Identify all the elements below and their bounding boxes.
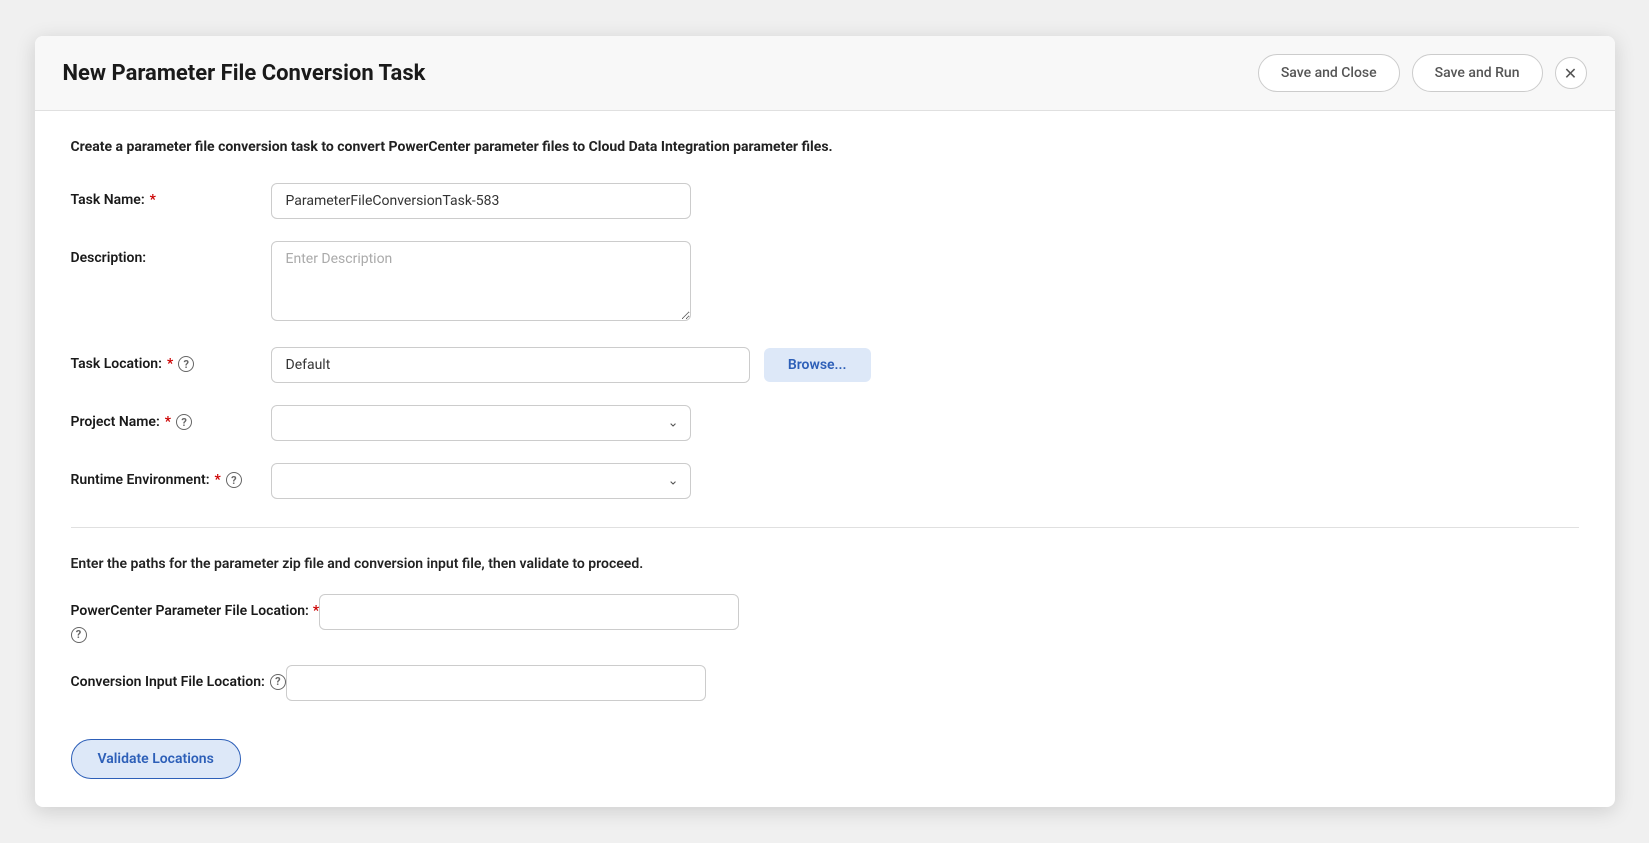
runtime-env-select-wrapper: ⌄ xyxy=(271,463,691,499)
pc-file-location-input[interactable] xyxy=(319,594,739,630)
page-title: New Parameter File Conversion Task xyxy=(63,61,426,86)
validate-locations-button[interactable]: Validate Locations xyxy=(71,739,241,779)
description-wrapper xyxy=(271,241,691,325)
project-name-label: Project Name: * ? xyxy=(71,405,271,430)
task-name-required: * xyxy=(150,192,156,208)
conversion-input-label: Conversion Input File Location: ? xyxy=(71,665,286,690)
project-name-select-wrapper: ⌄ xyxy=(271,405,691,441)
description-group: Description: xyxy=(71,241,1579,325)
conversion-input-field[interactable] xyxy=(286,665,706,701)
description-label: Description: xyxy=(71,241,271,266)
close-button[interactable]: ✕ xyxy=(1555,57,1587,89)
pc-file-location-label-block: PowerCenter Parameter File Location: * ? xyxy=(71,594,320,643)
modal-header: New Parameter File Conversion Task Save … xyxy=(35,36,1615,111)
conversion-input-group: Conversion Input File Location: ? xyxy=(71,665,1579,701)
task-location-input[interactable] xyxy=(271,347,750,383)
pc-file-help-icon[interactable]: ? xyxy=(71,627,87,643)
browse-button[interactable]: Browse... xyxy=(764,348,871,382)
save-and-run-button[interactable]: Save and Run xyxy=(1412,54,1543,92)
task-name-wrapper xyxy=(271,183,691,219)
runtime-env-label: Runtime Environment: * ? xyxy=(71,463,271,488)
task-location-required: * xyxy=(167,356,173,372)
save-and-close-button[interactable]: Save and Close xyxy=(1258,54,1400,92)
task-location-label: Task Location: * ? xyxy=(71,347,271,372)
modal-body: Create a parameter file conversion task … xyxy=(35,111,1615,807)
conversion-input-help-icon[interactable]: ? xyxy=(270,674,286,690)
task-location-help-icon[interactable]: ? xyxy=(178,356,194,372)
project-name-required: * xyxy=(165,414,171,430)
runtime-env-required: * xyxy=(215,472,221,488)
runtime-env-wrapper: ⌄ xyxy=(271,463,691,499)
task-name-label: Task Name: * xyxy=(71,183,271,208)
section-divider xyxy=(71,527,1579,528)
section2-description: Enter the paths for the parameter zip fi… xyxy=(71,556,1579,572)
project-name-select[interactable] xyxy=(271,405,691,441)
task-location-group: Task Location: * ? Browse... xyxy=(71,347,1579,383)
project-name-wrapper: ⌄ xyxy=(271,405,691,441)
modal-container: New Parameter File Conversion Task Save … xyxy=(35,36,1615,807)
runtime-env-select[interactable] xyxy=(271,463,691,499)
pc-file-location-wrapper xyxy=(319,594,739,630)
header-actions: Save and Close Save and Run ✕ xyxy=(1258,54,1587,92)
task-name-group: Task Name: * xyxy=(71,183,1579,219)
pc-file-location-label: PowerCenter Parameter File Location: * xyxy=(71,603,320,619)
pc-file-location-group: PowerCenter Parameter File Location: * ? xyxy=(71,594,1579,643)
project-name-help-icon[interactable]: ? xyxy=(176,414,192,430)
task-location-row: Browse... xyxy=(271,347,871,383)
runtime-env-help-icon[interactable]: ? xyxy=(226,472,242,488)
project-name-group: Project Name: * ? ⌄ xyxy=(71,405,1579,441)
runtime-env-group: Runtime Environment: * ? ⌄ xyxy=(71,463,1579,499)
section1-description: Create a parameter file conversion task … xyxy=(71,139,1579,155)
close-icon: ✕ xyxy=(1564,64,1577,83)
task-name-input[interactable] xyxy=(271,183,691,219)
description-input[interactable] xyxy=(271,241,691,321)
conversion-input-wrapper xyxy=(286,665,706,701)
pc-file-help-row: ? xyxy=(71,623,320,643)
